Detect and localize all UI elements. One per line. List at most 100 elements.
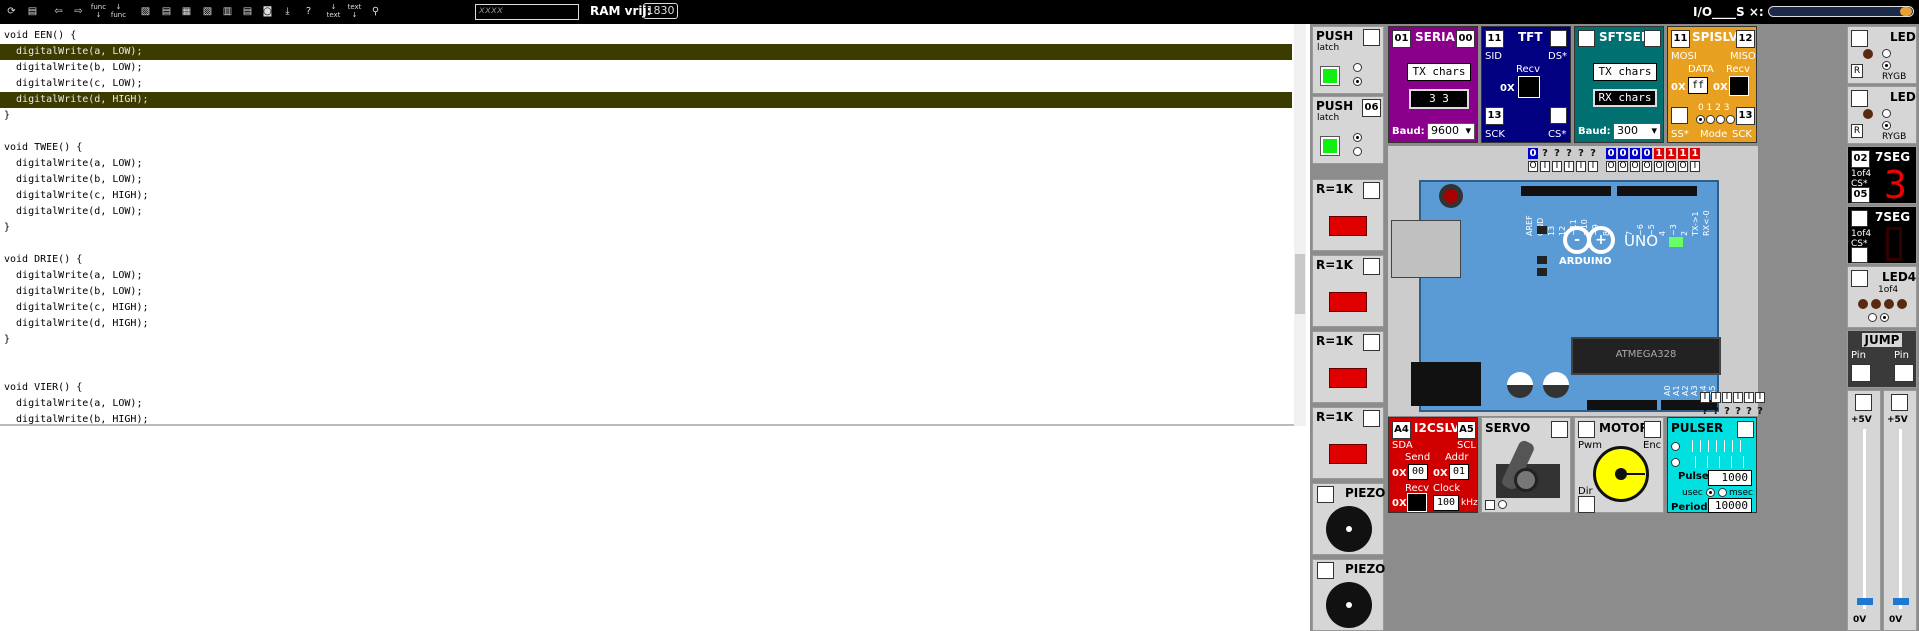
servo-pin-box[interactable] (1551, 421, 1568, 438)
spi-data-input[interactable]: ff (1688, 77, 1708, 94)
i2c-addr-input[interactable]: 01 (1449, 464, 1469, 480)
sftser-rx-box[interactable] (1578, 30, 1595, 47)
binoculars-search-icon[interactable]: ⚲ (367, 3, 384, 20)
led-pin-box[interactable] (1851, 30, 1868, 47)
led4-radio-2[interactable] (1880, 313, 1889, 322)
pulser-msec-radio[interactable] (1718, 488, 1727, 497)
pin-io-toggle[interactable]: O (1678, 161, 1688, 172)
analog-pin-io-toggle[interactable]: I (1755, 392, 1765, 403)
code-editor[interactable]: void EEN() { digitalWrite(a, LOW); digit… (0, 24, 1306, 426)
pin-io-toggle[interactable]: O (1642, 161, 1652, 172)
led-radio-1[interactable] (1882, 49, 1891, 58)
pulser-wave-radio-1[interactable] (1671, 442, 1680, 451)
pin-io-toggle[interactable]: I (1564, 161, 1574, 172)
push-mode-radio-2[interactable] (1353, 77, 1362, 86)
spi-mode-radio[interactable] (1726, 115, 1735, 124)
led-radio-1[interactable] (1882, 109, 1891, 118)
pin-io-toggle[interactable]: I (1690, 161, 1700, 172)
serial-tx-pin[interactable]: 00 (1456, 30, 1475, 48)
pin-io-toggle[interactable]: O (1666, 161, 1676, 172)
pin-io-toggle[interactable]: O (1654, 161, 1664, 172)
servo-box[interactable] (1485, 500, 1495, 510)
led-color-r[interactable]: R (1851, 124, 1863, 138)
push-pin-number[interactable]: 06 (1362, 99, 1381, 117)
step-into-func-icon[interactable]: func ↓ (90, 3, 107, 20)
pin-io-toggle[interactable]: I (1588, 161, 1598, 172)
pulser-period-input[interactable]: 10000 (1708, 498, 1752, 513)
seg-pin[interactable]: 02 (1851, 150, 1870, 168)
push-button[interactable] (1320, 136, 1340, 156)
view-1-icon[interactable]: ▧ (137, 3, 154, 20)
step-text-icon[interactable]: ↓ text (325, 3, 342, 20)
led4-pin-box[interactable] (1851, 270, 1868, 287)
io-speed-slider[interactable] (1768, 6, 1914, 17)
reset-button[interactable] (1439, 184, 1463, 208)
resistor-pin-box[interactable] (1363, 410, 1380, 427)
pin-io-toggle[interactable]: O (1528, 161, 1538, 172)
tft-cs-box[interactable] (1550, 107, 1567, 124)
pot-track[interactable] (1899, 429, 1902, 609)
spi-sck-pin[interactable]: 13 (1736, 107, 1755, 125)
undo-icon[interactable]: ⇦ (50, 3, 67, 20)
led-radio-2[interactable] (1882, 121, 1891, 130)
pin-io-toggle[interactable]: I (1540, 161, 1550, 172)
push-mode-radio-2[interactable] (1353, 147, 1362, 156)
push-mode-radio-1[interactable] (1353, 63, 1362, 72)
piezo-pin-box[interactable] (1317, 562, 1334, 579)
i2c-send-input[interactable]: 00 (1408, 464, 1428, 480)
servo-radio[interactable] (1498, 500, 1507, 509)
pot-pin-box[interactable] (1891, 394, 1908, 411)
open-file-icon[interactable]: ⟳ (3, 3, 20, 20)
i2c-sda-pin[interactable]: A4 (1392, 421, 1411, 439)
pulser-pin-box[interactable] (1737, 421, 1754, 438)
view-7-icon[interactable]: ◙ (259, 3, 276, 20)
spi-mode-radio[interactable] (1706, 115, 1715, 124)
editor-scrollbar[interactable] (1294, 24, 1306, 426)
i2c-clock-input[interactable]: 100 (1433, 495, 1459, 511)
step-text-2-icon[interactable]: text ↓ (346, 3, 363, 20)
editor-scrollbar-thumb[interactable] (1295, 254, 1305, 314)
pulser-usec-radio[interactable] (1706, 488, 1715, 497)
tft-ds-box[interactable] (1550, 30, 1567, 47)
jump-pin-box-2[interactable] (1894, 364, 1914, 382)
pulser-pulse-input[interactable]: 1000 (1708, 470, 1752, 486)
serial-tx-chars-button[interactable]: TX chars (1407, 63, 1471, 81)
motor-dir-box[interactable] (1578, 496, 1595, 513)
pot-knob[interactable] (1893, 598, 1909, 605)
spi-mode-radio[interactable] (1716, 115, 1725, 124)
i2c-scl-pin[interactable]: A5 (1457, 421, 1476, 439)
motor-pwm-box[interactable] (1578, 421, 1595, 438)
pin-io-toggle[interactable]: O (1630, 161, 1640, 172)
view-2-icon[interactable]: ▤ (158, 3, 175, 20)
push-pin-box[interactable] (1363, 29, 1380, 46)
resistor-slider[interactable] (1329, 368, 1367, 388)
analog-pin-io-toggle[interactable]: I (1711, 392, 1721, 403)
jump-pin-box-1[interactable] (1851, 364, 1871, 382)
serial-baud-select[interactable]: 9600 ▾ (1427, 123, 1475, 140)
spi-ss-box[interactable] (1671, 107, 1688, 124)
redo-icon[interactable]: ⇨ (70, 3, 87, 20)
push-button[interactable] (1320, 66, 1340, 86)
analog-pin-io-toggle[interactable]: I (1722, 392, 1732, 403)
pin-io-toggle[interactable]: I (1576, 161, 1586, 172)
console-output[interactable] (0, 430, 1306, 631)
led-radio-2[interactable] (1882, 61, 1891, 70)
push-mode-radio-1[interactable] (1353, 133, 1362, 142)
pin-io-toggle[interactable]: O (1618, 161, 1628, 172)
resistor-slider[interactable] (1329, 216, 1367, 236)
spi-mosi-pin[interactable]: 11 (1671, 30, 1690, 48)
analog-pin-io-toggle[interactable]: I (1733, 392, 1743, 403)
sftser-baud-select[interactable]: 300 ▾ (1613, 123, 1661, 140)
resistor-slider[interactable] (1329, 444, 1367, 464)
search-input[interactable]: xxxx (475, 4, 579, 20)
analog-pin-io-toggle[interactable]: I (1744, 392, 1754, 403)
pot-pin-box[interactable] (1855, 394, 1872, 411)
pot-track[interactable] (1863, 429, 1866, 609)
spi-mode-radio[interactable] (1696, 115, 1705, 124)
arduino-uno-board[interactable]: AREFGND1312~11~10~987~6~54~32TX->1RX<-0 … (1391, 180, 1721, 412)
resistor-slider[interactable] (1329, 292, 1367, 312)
view-5-icon[interactable]: ▥ (219, 3, 236, 20)
seg-cs-pin[interactable]: 05 (1851, 187, 1870, 203)
save-icon[interactable]: ▤ (24, 3, 41, 20)
tft-sck-pin[interactable]: 13 (1485, 107, 1504, 125)
